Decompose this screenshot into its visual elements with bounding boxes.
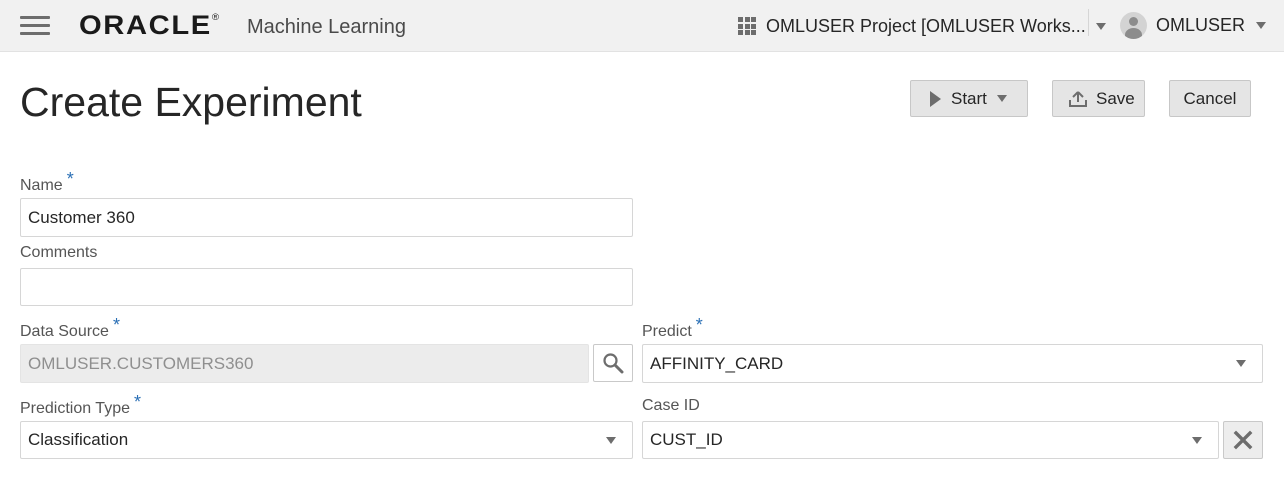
- predict-label: Predict *: [642, 315, 703, 341]
- prediction-type-value: Classification: [28, 430, 129, 449]
- case-id-label-text: Case ID: [642, 397, 700, 414]
- play-icon: [930, 90, 941, 107]
- start-button-label: Start: [951, 88, 987, 108]
- chevron-down-icon: [1256, 21, 1267, 29]
- project-selector[interactable]: OMLUSER Project [OMLUSER Works...: [738, 13, 1106, 39]
- chevron-down-icon: [1192, 436, 1202, 444]
- oracle-logo: ORACLE®: [79, 10, 219, 41]
- case-id-value: CUST_ID: [650, 430, 723, 449]
- search-button[interactable]: [593, 344, 633, 382]
- search-icon: [603, 353, 624, 374]
- project-label: OMLUSER Project [OMLUSER Works...: [766, 15, 1086, 36]
- required-marker: *: [112, 315, 120, 335]
- close-icon: [1233, 430, 1253, 450]
- case-id-label: Case ID: [642, 397, 700, 415]
- upload-icon: [1069, 90, 1087, 107]
- name-label-text: Name: [20, 177, 63, 194]
- comments-field[interactable]: [20, 268, 633, 306]
- case-id-select[interactable]: CUST_ID: [642, 421, 1219, 459]
- save-button-label: Save: [1096, 88, 1135, 108]
- required-marker: *: [695, 315, 703, 335]
- registered-mark: ®: [211, 12, 220, 22]
- app-name: Machine Learning: [247, 16, 406, 38]
- data-source-label: Data Source *: [20, 315, 120, 341]
- user-name: OMLUSER: [1156, 14, 1246, 35]
- required-marker: *: [66, 169, 74, 189]
- predict-select[interactable]: AFFINITY_CARD: [642, 344, 1263, 383]
- name-field-value: Customer 360: [28, 207, 135, 227]
- user-menu[interactable]: OMLUSER: [1120, 10, 1267, 40]
- data-source-field: OMLUSER.CUSTOMERS360: [20, 344, 589, 383]
- prediction-type-label: Prediction Type *: [20, 392, 141, 418]
- data-source-value: OMLUSER.CUSTOMERS360: [28, 353, 254, 373]
- comments-label-text: Comments: [20, 244, 98, 261]
- chevron-down-icon[interactable]: [996, 95, 1007, 102]
- chevron-down-icon: [606, 436, 616, 444]
- cancel-button-label: Cancel: [1183, 88, 1237, 108]
- page-title: Create Experiment: [20, 79, 362, 125]
- start-button[interactable]: Start: [910, 80, 1028, 117]
- predict-value: AFFINITY_CARD: [650, 353, 784, 373]
- grid-icon: [738, 17, 756, 35]
- name-field[interactable]: Customer 360: [20, 198, 633, 237]
- chevron-down-icon: [1236, 360, 1246, 367]
- required-marker: *: [134, 392, 142, 412]
- brand-name: ORACLE: [79, 10, 212, 40]
- data-source-label-text: Data Source: [20, 323, 109, 340]
- save-button[interactable]: Save: [1052, 80, 1145, 117]
- header-divider: [1088, 9, 1089, 36]
- chevron-down-icon: [1095, 22, 1106, 30]
- comments-label: Comments: [20, 244, 97, 262]
- name-label: Name *: [20, 169, 74, 195]
- prediction-type-label-text: Prediction Type: [20, 400, 130, 417]
- user-avatar-icon: [1120, 11, 1147, 39]
- prediction-type-select[interactable]: Classification: [20, 421, 633, 459]
- app-header: ORACLE® Machine Learning OMLUSER Project…: [0, 0, 1284, 52]
- predict-label-text: Predict: [642, 323, 692, 340]
- clear-case-id-button[interactable]: [1223, 421, 1263, 459]
- hamburger-menu-icon[interactable]: [20, 15, 50, 37]
- cancel-button[interactable]: Cancel: [1169, 80, 1251, 117]
